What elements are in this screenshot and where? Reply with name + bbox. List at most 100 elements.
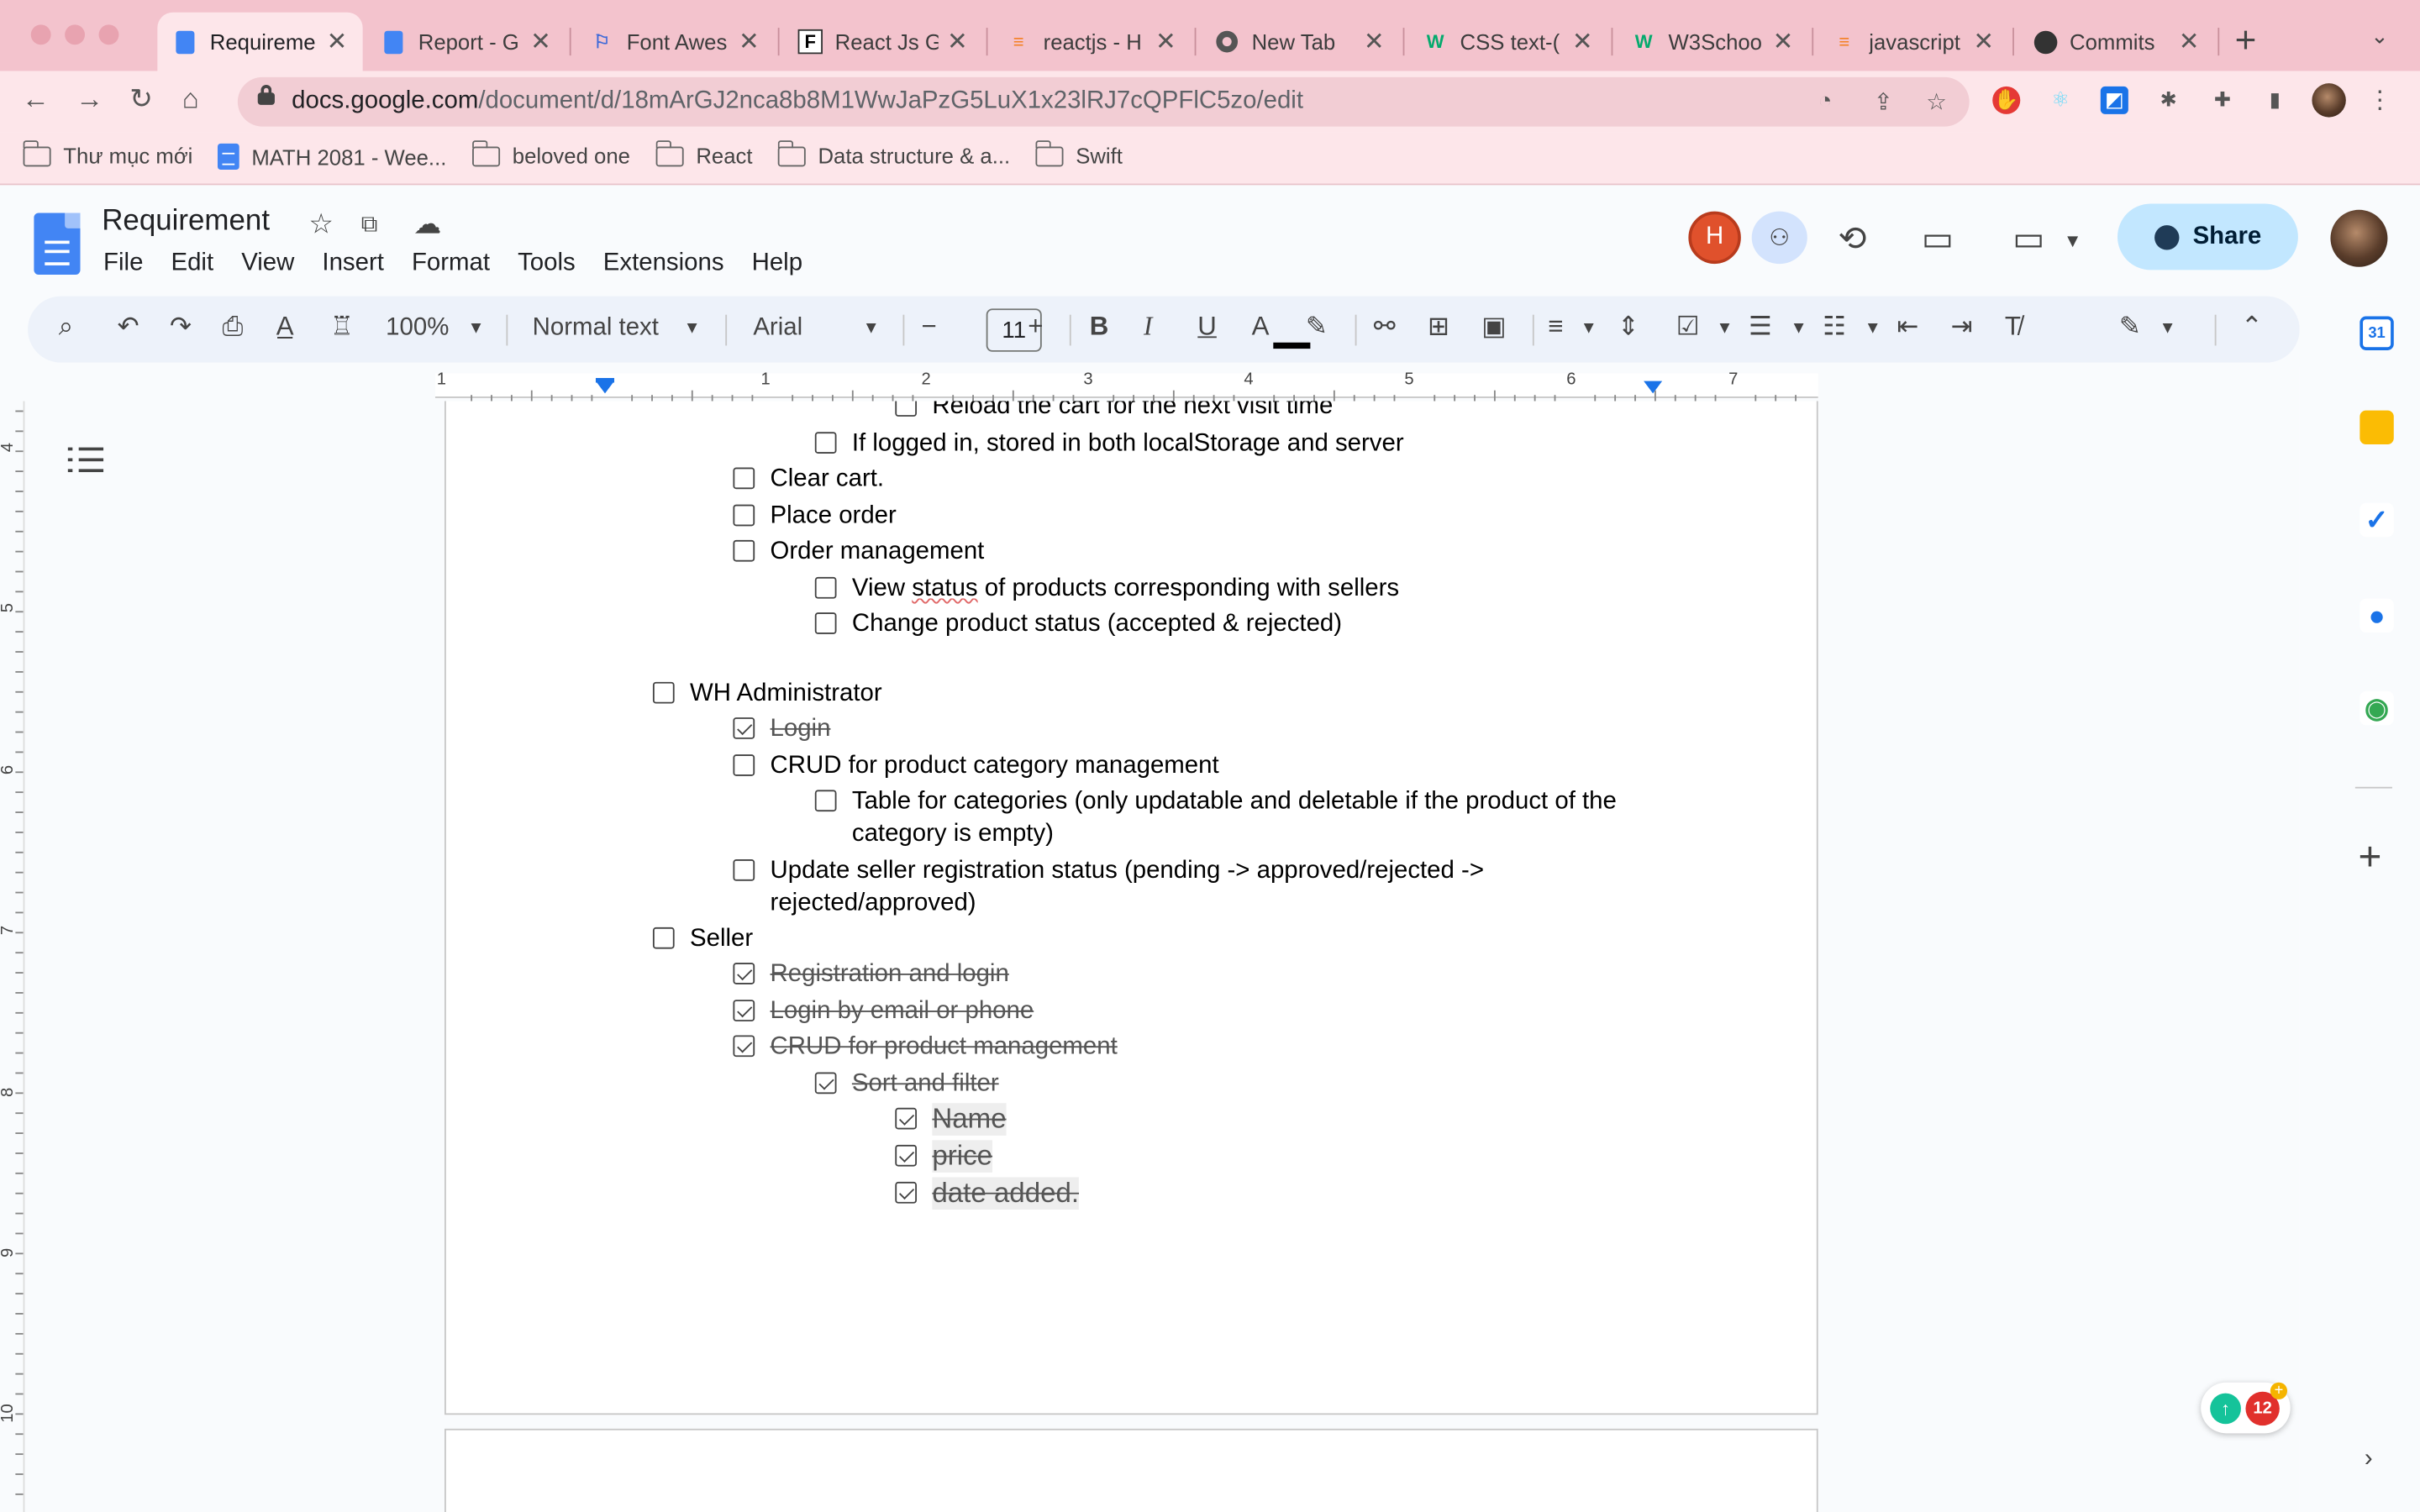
calendar-icon[interactable]: 31 <box>2360 316 2394 350</box>
tasks-icon[interactable]: ✓ <box>2360 502 2394 538</box>
align-left-icon[interactable]: ≡ <box>1548 312 1563 343</box>
checkbox-checked[interactable] <box>733 1035 755 1058</box>
menu-edit[interactable]: Edit <box>157 247 228 281</box>
highlight-pen-icon[interactable]: ✎ <box>1306 312 1328 343</box>
close-tab-icon[interactable]: ✕ <box>2179 26 2200 57</box>
hide-side-panel-chevron-icon[interactable]: › <box>2365 1446 2373 1473</box>
checklist-item[interactable]: Login <box>733 713 830 746</box>
checklist-item[interactable]: If logged in, stored in both localStorag… <box>814 428 1404 460</box>
browser-tab[interactable]: Report - G ✕ <box>366 13 566 71</box>
chevron-down-icon[interactable]: ▼ <box>863 319 880 338</box>
bookmark-folder[interactable]: Swift <box>1034 139 1123 168</box>
close-tab-icon[interactable]: ✕ <box>327 26 348 57</box>
extensions-puzzle-icon[interactable]: ✚ <box>2208 87 2236 114</box>
text-color-icon[interactable]: A <box>1252 312 1270 343</box>
share-page-icon[interactable]: ⇪ <box>1874 88 1893 116</box>
checkbox-checked[interactable] <box>733 963 755 984</box>
checkbox-checked[interactable] <box>895 1107 918 1130</box>
checklist-item[interactable]: Registration and login <box>733 958 1009 991</box>
checklist-item[interactable]: View status of products corresponding wi… <box>814 572 1399 605</box>
checklist-item[interactable]: date added. <box>895 1177 1080 1210</box>
chevron-down-icon[interactable]: ▼ <box>684 319 701 338</box>
insert-image-icon[interactable]: ▣ <box>1481 312 1507 343</box>
docs-logo-icon[interactable] <box>34 213 81 275</box>
bookmark-link[interactable]: MATH 2081 - Wee... <box>217 143 446 171</box>
checkbox[interactable] <box>652 927 675 949</box>
chevron-down-icon[interactable]: ▼ <box>1791 319 1807 338</box>
performance-gauge-icon[interactable]: ◔ <box>1818 88 1833 114</box>
collaborator-avatar[interactable]: H <box>1688 211 1741 265</box>
spellcheck-icon[interactable]: A̲ <box>276 312 294 343</box>
add-comment-icon[interactable]: ⊞ <box>1428 312 1449 343</box>
checkbox[interactable] <box>733 467 755 490</box>
left-indent-marker[interactable] <box>595 381 615 394</box>
new-tab-plus-icon[interactable]: + <box>2235 20 2257 63</box>
numbered-list-icon[interactable]: ☷ <box>1823 312 1846 343</box>
bookmark-star-icon[interactable]: ☆ <box>1926 88 1947 116</box>
contacts-icon[interactable]: ● <box>2360 598 2394 633</box>
insert-link-icon[interactable]: ⚯ <box>1374 312 1396 343</box>
zoom-select[interactable]: 100% <box>386 315 449 343</box>
grammarly-widget[interactable]: ↑ 12 + <box>2201 1382 2291 1434</box>
browser-tab[interactable]: New Tab ✕ <box>1199 13 1400 71</box>
close-tab-icon[interactable]: ✕ <box>1155 26 1176 57</box>
checkbox-checked[interactable] <box>895 1181 918 1204</box>
spelling-error-word[interactable]: status <box>912 575 977 601</box>
close-tab-icon[interactable]: ✕ <box>739 26 760 57</box>
chevron-down-icon[interactable]: ▼ <box>1581 319 1597 338</box>
window-minimize-button[interactable] <box>65 24 86 45</box>
editing-mode-pencil-icon[interactable]: ✎ <box>2119 312 2141 343</box>
checklist-item[interactable]: CRUD for product category management <box>733 750 1219 783</box>
close-tab-icon[interactable]: ✕ <box>1773 26 1794 57</box>
back-arrow-icon[interactable]: ← <box>22 83 50 116</box>
checklist-icon[interactable]: ☑ <box>1676 312 1700 343</box>
checklist-item[interactable]: Order management <box>733 535 984 568</box>
lock-icon[interactable] <box>257 85 275 105</box>
menu-file[interactable]: File <box>90 247 157 281</box>
bug-extension-icon[interactable]: ✱ <box>2154 87 2182 114</box>
browser-tab[interactable]: ⚐ Font Awes ✕ <box>574 13 775 71</box>
bookmark-folder[interactable]: Thư mục mới <box>22 139 192 168</box>
close-tab-icon[interactable]: ✕ <box>947 26 968 57</box>
checklist-item[interactable]: Name <box>895 1103 1007 1136</box>
checklist-item[interactable]: Login by email or phone <box>733 995 1034 1028</box>
vertical-ruler[interactable]: 4 5 6 7 8 9 10 <box>0 401 25 1512</box>
browser-tab[interactable]: ≡ reactjs - H ✕ <box>991 13 1192 71</box>
checklist-item[interactable]: CRUD for product management <box>733 1031 1118 1063</box>
document-page[interactable]: Reload the cart for the next visit time … <box>444 401 1818 1415</box>
checklist-item[interactable]: WH Administrator <box>652 677 882 710</box>
checklist-item[interactable]: Seller <box>652 922 753 955</box>
checklist-item[interactable]: Clear cart. <box>733 463 884 496</box>
move-folder-icon[interactable]: ⧉ <box>361 212 378 238</box>
increase-indent-icon[interactable]: ⇥ <box>1951 312 1973 343</box>
undo-icon[interactable]: ↶ <box>118 312 139 343</box>
checklist-item[interactable]: price <box>895 1140 993 1173</box>
document-title[interactable]: Requirement <box>102 205 270 239</box>
account-avatar[interactable] <box>2330 209 2388 267</box>
chevron-down-icon[interactable]: ▼ <box>2160 319 2176 338</box>
chevron-down-icon[interactable]: ▼ <box>2064 230 2082 252</box>
comments-icon[interactable]: ▭ <box>1922 219 1954 260</box>
maps-icon[interactable]: ◉ <box>2360 690 2394 726</box>
browser-tab[interactable]: ≡ javascript ✕ <box>1817 13 2010 71</box>
bold-icon[interactable]: B <box>1090 312 1109 343</box>
collaboration-icon[interactable]: ⚇ <box>1751 211 1807 265</box>
close-tab-icon[interactable]: ✕ <box>1364 26 1385 57</box>
checklist-item[interactable]: Update seller registration status (pendi… <box>733 855 1504 920</box>
menu-format[interactable]: Format <box>397 247 503 281</box>
browser-menu-icon[interactable]: ⋮ <box>2366 87 2394 114</box>
checkbox-checked[interactable] <box>733 717 755 739</box>
checkbox[interactable] <box>814 790 837 812</box>
home-icon[interactable]: ⌂ <box>182 83 199 116</box>
tab-search-chevron-icon[interactable]: ⌄ <box>2370 24 2389 50</box>
close-tab-icon[interactable]: ✕ <box>1572 26 1593 57</box>
reload-icon[interactable]: ↻ <box>129 83 153 116</box>
profile-avatar[interactable] <box>2312 83 2346 118</box>
decrease-indent-icon[interactable]: ⇤ <box>1897 312 1918 343</box>
decrease-font-size-icon[interactable]: − <box>922 312 937 343</box>
checklist-item[interactable]: Table for categories (only updatable and… <box>814 785 1618 850</box>
bookmark-folder[interactable]: Data structure & a... <box>776 139 1010 168</box>
checkbox[interactable] <box>814 432 837 454</box>
redo-icon[interactable]: ↷ <box>170 312 192 343</box>
menu-tools[interactable]: Tools <box>504 247 590 281</box>
